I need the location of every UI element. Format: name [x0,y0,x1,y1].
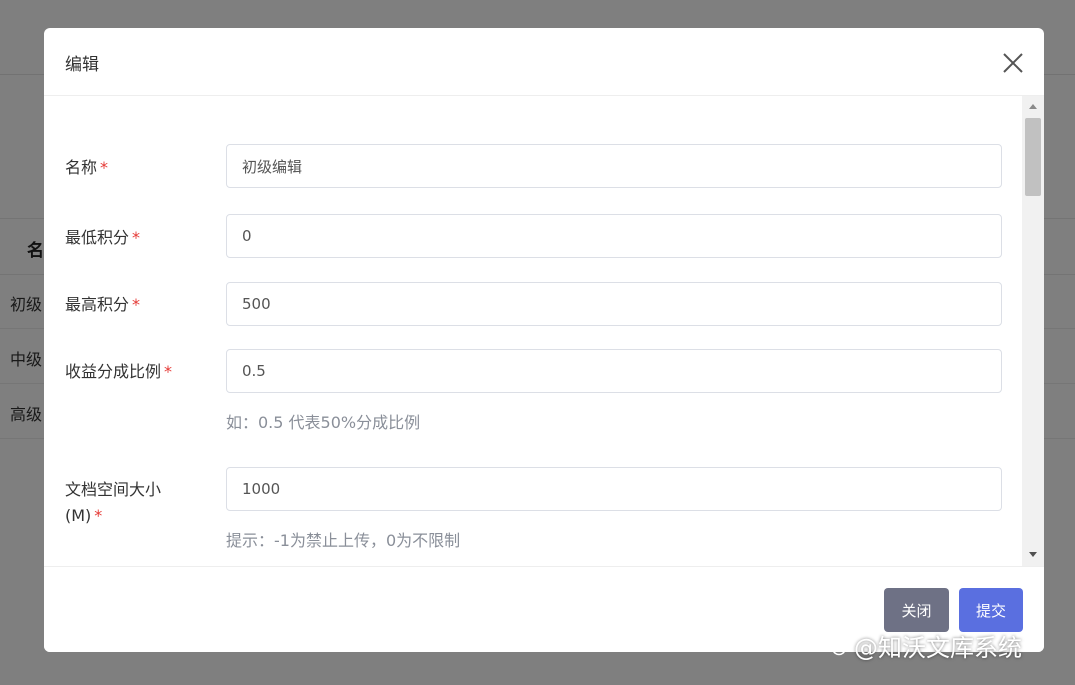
form-label-text: 名称 [65,158,98,177]
revenue-share-hint: 如：0.5 代表50%分成比例 [226,413,421,432]
max-points-input[interactable] [226,282,1002,326]
required-mark: * [132,228,141,247]
form-label-text: 最低积分 [65,228,130,247]
min-points-input[interactable] [226,214,1002,258]
submit-button[interactable]: 提交 [959,588,1023,632]
paw-icon [828,635,850,663]
form-label-unit: (M) [65,506,92,525]
watermark: @知沃文库系统 [828,628,1022,663]
dialog-scrollbar[interactable] [1022,96,1044,566]
required-mark: * [164,362,173,381]
form-label: 名称 * [65,155,195,181]
dialog-body[interactable]: 名称* 最低积分* 最高积分* 收益分成比例* 如：0.5 代表50%分成比例 [44,96,1022,566]
form-label-text: 收益分成比例 [65,362,162,381]
dialog-header: 编辑 [44,28,1044,96]
form-label: 收益分成比例 * [65,359,215,385]
required-mark: * [94,506,103,525]
scroll-down-arrow-icon[interactable] [1029,552,1037,557]
close-icon[interactable] [1000,50,1026,76]
revenue-share-input[interactable] [226,349,1002,393]
dialog-title: 编辑 [65,55,99,75]
form-label-text: 最高积分 [65,295,130,314]
form-label: 文档空间大小 (M) * [65,477,195,529]
scrollbar-thumb[interactable] [1025,118,1041,196]
required-mark: * [100,158,109,177]
name-input[interactable] [226,144,1002,188]
scroll-up-arrow-icon[interactable] [1029,104,1037,109]
close-button[interactable]: 关闭 [884,588,949,632]
watermark-text: @知沃文库系统 [854,634,1022,662]
form-label-text: 文档空间大小 [65,480,162,499]
required-mark: * [132,295,141,314]
edit-dialog: 编辑 名称* 最低积分* 最高积分* [44,28,1044,652]
form-label: 最高积分 * [65,292,195,318]
form-label: 最低积分 * [65,225,195,251]
doc-space-input[interactable] [226,467,1002,511]
doc-space-hint: 提示：-1为禁止上传，0为不限制 [226,531,461,550]
